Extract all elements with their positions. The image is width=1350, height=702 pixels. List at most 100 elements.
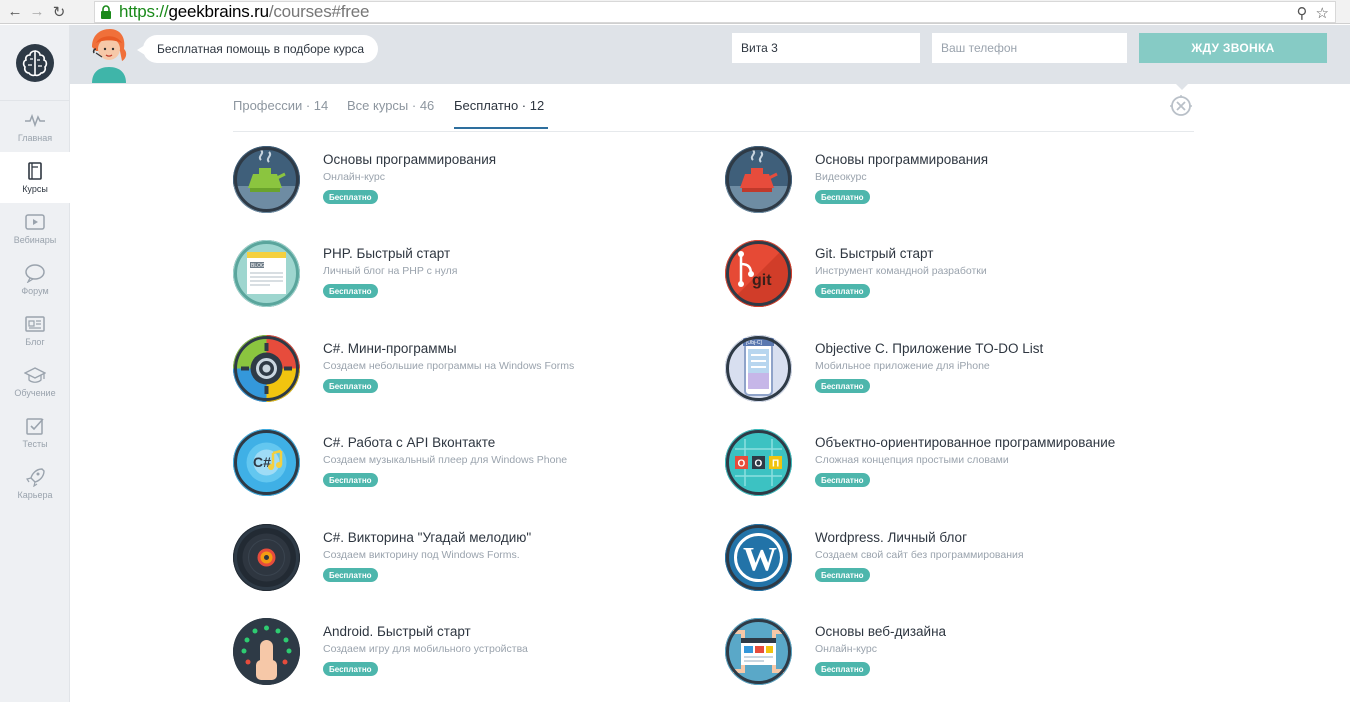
course-card[interactable]: git Git. Быстрый старт Инструмент командно… (725, 240, 1185, 310)
course-title[interactable]: PHP. Быстрый старт (323, 246, 450, 261)
rocket-icon (26, 468, 45, 487)
sidebar-item-label: Карьера (17, 490, 53, 500)
sidebar-item-label: Вебинары (13, 235, 57, 245)
course-subtitle: Создаем свой сайт без программирования (815, 549, 1024, 561)
free-badge: Бесплатно (323, 568, 378, 582)
sidebar-item-7[interactable]: Карьера (0, 458, 70, 509)
course-title[interactable]: Objective C. Приложение TO-DO List (815, 341, 1043, 356)
free-badge: Бесплатно (323, 379, 378, 393)
webdesign-icon (725, 618, 792, 685)
course-title[interactable]: Git. Быстрый старт (815, 246, 933, 261)
tab-all-courses[interactable]: Все курсы · 46 (347, 98, 434, 127)
free-badge: Бесплатно (815, 473, 870, 487)
course-subtitle: Видеокурс (815, 171, 867, 183)
address-bar[interactable]: https://geekbrains.ru/courses#free ⚲ ☆ (94, 1, 1336, 23)
svg-text:git: git (752, 272, 772, 289)
course-card[interactable]: [Obj-C] Objective C. Приложение TO-DO Lis… (725, 335, 1185, 405)
forward-arrow-icon[interactable]: → (26, 1, 48, 23)
free-badge: Бесплатно (815, 662, 870, 676)
git-icon: git (725, 240, 792, 307)
course-subtitle: Инструмент командной разработки (815, 265, 987, 277)
course-card[interactable]: Основы веб-дизайна Онлайн-курс Бесплатно (725, 618, 1185, 688)
help-bubble: Бесплатная помощь в подборе курса (136, 35, 379, 63)
logo[interactable] (0, 25, 70, 101)
sidebar-item-3[interactable]: Форум (0, 254, 70, 305)
sidebar-item-label: Блог (25, 337, 45, 347)
course-subtitle: Онлайн-курс (815, 643, 878, 655)
free-badge: Бесплатно (323, 662, 378, 676)
course-card[interactable]: Основы программирования Онлайн-курс Беспла… (233, 146, 693, 216)
course-card[interactable]: W Wordpress. Личный блог Создаем свой сайт… (725, 524, 1185, 594)
course-card[interactable]: Основы программирования Видеокурс Бесплатн… (725, 146, 1185, 216)
course-tabs: Профессии · 14 Все курсы · 46 Бесплатно … (233, 84, 1194, 132)
close-circle-icon[interactable] (1169, 94, 1193, 118)
course-subtitle: Создаем музыкальный плеер для Windows Ph… (323, 454, 568, 466)
svg-text:O: O (738, 459, 746, 470)
tab-free[interactable]: Бесплатно · 12 (454, 98, 548, 129)
course-card[interactable]: C#. Викторина "Угадай мелодию" Создаем ви… (233, 524, 693, 594)
sidebar-item-label: Курсы (22, 184, 48, 194)
zoom-icon[interactable]: ⚲ (1297, 4, 1308, 22)
course-title[interactable]: Android. Быстрый старт (323, 624, 471, 639)
free-badge: Бесплатно (815, 190, 870, 204)
course-subtitle: Создаем игру для мобильного устройства (323, 643, 528, 655)
svg-text:BLOG: BLOG (251, 263, 265, 269)
course-card[interactable]: C#. Мини-программы Создаем небольшие прог… (233, 335, 693, 405)
course-card[interactable]: Android. Быстрый старт Создаем игру для м… (233, 618, 693, 688)
lock-icon (99, 4, 113, 20)
sidebar-item-6[interactable]: Тесты (0, 407, 70, 458)
course-title[interactable]: Основы программирования (815, 152, 988, 167)
svg-text:[Obj-C]: [Obj-C] (746, 340, 762, 346)
brain-logo-icon (16, 43, 54, 82)
music-icon: C# (233, 429, 300, 496)
vinyl-icon (233, 524, 300, 591)
reload-icon[interactable]: ↻ (48, 1, 70, 23)
tab-professions[interactable]: Профессии · 14 (233, 98, 328, 127)
course-subtitle: Сложная концепция простыми словами (815, 454, 1009, 466)
course-subtitle: Онлайн-курс (323, 171, 386, 183)
newspaper-icon (25, 316, 45, 332)
sidebar-item-label: Обучение (14, 388, 56, 398)
phone-input[interactable] (932, 33, 1127, 63)
sidebar-item-2[interactable]: Вебинары (0, 203, 70, 254)
sidebar-item-0[interactable]: Главная (0, 101, 70, 152)
course-title[interactable]: Wordpress. Личный блог (815, 530, 967, 545)
operator-avatar (92, 29, 127, 83)
red-kettle-icon (725, 146, 792, 213)
sidebar-item-4[interactable]: Блог (0, 305, 70, 356)
play-icon (25, 214, 45, 230)
course-title[interactable]: Основы программирования (323, 152, 496, 167)
call-me-button[interactable]: ЖДУ ЗВОНКА (1139, 33, 1327, 63)
phone-todo-icon: [Obj-C] (725, 335, 792, 402)
blog-icon: BLOG (233, 240, 300, 307)
course-card[interactable]: O O П Объектно-ориентированное программиров… (725, 429, 1185, 499)
course-title[interactable]: C#. Работа с API Вконтакте (323, 435, 495, 450)
course-title[interactable]: C#. Мини-программы (323, 341, 457, 356)
gear-target-icon (233, 335, 300, 402)
course-card[interactable]: C# C#. Работа с API Вконтакте Создаем музы… (233, 429, 693, 499)
browser-toolbar: ← → ↻ https://geekbrains.ru/courses#free… (0, 0, 1350, 24)
graduation-cap-icon (24, 367, 46, 383)
free-badge: Бесплатно (815, 284, 870, 298)
sidebar-item-5[interactable]: Обучение (0, 356, 70, 407)
free-badge: Бесплатно (323, 190, 378, 204)
name-input[interactable] (732, 33, 920, 63)
course-title[interactable]: Основы веб-дизайна (815, 624, 946, 639)
course-title[interactable]: C#. Викторина "Угадай мелодию" (323, 530, 531, 545)
touch-icon (233, 618, 300, 685)
callback-band: Бесплатная помощь в подборе курса ЖДУ ЗВ… (70, 25, 1350, 90)
green-kettle-icon (233, 146, 300, 213)
course-subtitle: Создаем викторину под Windows Forms. (323, 549, 520, 561)
course-subtitle: Создаем небольшие программы на Windows F… (323, 360, 575, 372)
course-title[interactable]: Объектно-ориентированное программировани… (815, 435, 1115, 450)
back-arrow-icon[interactable]: ← (4, 1, 26, 23)
free-badge: Бесплатно (815, 568, 870, 582)
free-badge: Бесплатно (815, 379, 870, 393)
sidebar-item-1[interactable]: Курсы (0, 152, 70, 203)
course-card[interactable]: BLOG PHP. Быстрый старт Личный блог на PHP… (233, 240, 693, 310)
bookmark-star-icon[interactable]: ☆ (1316, 4, 1329, 22)
course-subtitle: Личный блог на PHP с нуля (323, 265, 458, 277)
pulse-icon (25, 113, 45, 128)
book-icon (28, 162, 42, 180)
checkbox-icon (26, 418, 44, 435)
